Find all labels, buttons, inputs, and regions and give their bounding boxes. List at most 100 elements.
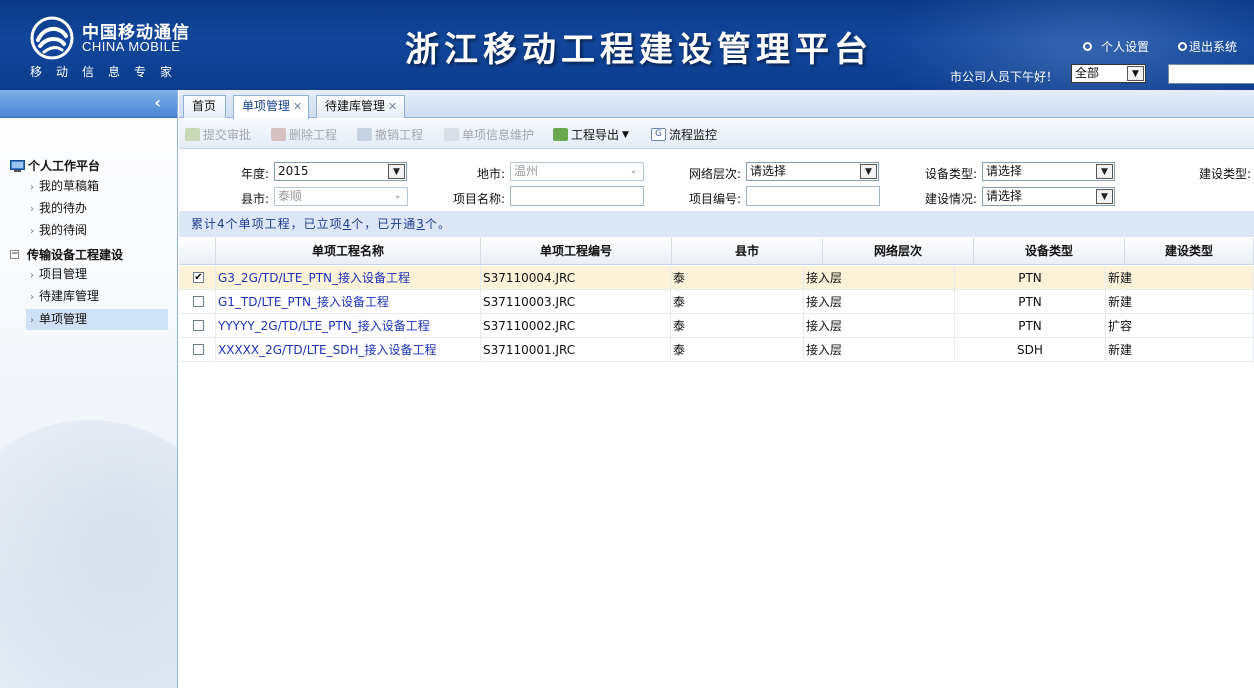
network-layer-value: 请选择 xyxy=(750,164,787,178)
table-row[interactable]: YYYYY_2G/TD/LTE_PTN_接入设备工程 S37110002.JRC 泰… xyxy=(179,314,1254,338)
sidebar-item-toread[interactable]: › 我的待阅 xyxy=(26,220,168,241)
column-header-build[interactable]: 建设类型 xyxy=(1125,238,1254,265)
network-layer-select[interactable]: 请选择 ▼ xyxy=(746,162,879,181)
close-icon[interactable]: ✕ xyxy=(388,100,397,113)
collapse-minus-icon[interactable]: − xyxy=(10,250,19,259)
delete-icon xyxy=(271,128,286,141)
export-icon xyxy=(553,128,568,141)
project-name-label: 项目名称: xyxy=(453,192,506,206)
scope-select[interactable]: 全部 ▼ xyxy=(1071,64,1146,83)
cell-name[interactable]: YYYYY_2G/TD/LTE_PTN_接入设备工程 xyxy=(216,314,481,338)
table-row[interactable]: XXXXX_2G/TD/LTE_SDH_接入设备工程 S37110001.JRC 泰… xyxy=(179,338,1254,362)
submit-icon xyxy=(185,128,200,141)
personal-settings-label: 个人设置 xyxy=(1101,40,1150,54)
county-select[interactable]: 泰顺 ⌄ xyxy=(274,187,408,206)
summary-prefix: 累计4个单项工程，已立项 xyxy=(191,217,343,231)
sidebar-item-single-management[interactable]: › 单项管理 xyxy=(26,309,168,330)
delete-project-button[interactable]: 删除工程 xyxy=(271,126,337,143)
device-type-value: 请选择 xyxy=(986,164,1023,178)
tab-label: 首页 xyxy=(192,99,217,113)
chevron-right-icon: › xyxy=(30,204,34,215)
tab-home[interactable]: 首页 xyxy=(183,95,226,118)
approved-count-link[interactable]: 4 xyxy=(343,217,352,231)
tab-bar: 首页 单项管理 ✕ 待建库管理 ✕ xyxy=(179,90,1254,119)
cell-name[interactable]: XXXXX_2G/TD/LTE_SDH_接入设备工程 xyxy=(216,338,481,362)
tab-single-management[interactable]: 单项管理 ✕ xyxy=(233,95,309,119)
tab-pending-library[interactable]: 待建库管理 ✕ xyxy=(316,95,405,118)
row-checkbox-cell xyxy=(179,314,216,338)
revoke-project-button[interactable]: 撤销工程 xyxy=(357,126,423,143)
chevron-right-icon: › xyxy=(30,270,34,281)
network-layer-label: 网络层次: xyxy=(689,167,742,181)
sidebar-item-label: 我的待阅 xyxy=(39,223,88,237)
sidebar-item-label: 我的草稿箱 xyxy=(39,179,100,193)
device-type-select[interactable]: 请选择 ▼ xyxy=(982,162,1115,181)
summary-bar: 累计4个单项工程，已立项4个，已开通3个。 xyxy=(179,211,1254,237)
cell-code: S37110002.JRC xyxy=(481,314,671,338)
nav-group-personal[interactable]: 个人工作平台 xyxy=(10,157,100,174)
logout-link[interactable]: 退出系统 xyxy=(1178,38,1237,55)
column-header-county[interactable]: 县市 xyxy=(672,238,823,265)
chevron-right-icon: › xyxy=(30,226,34,237)
cell-name[interactable]: G3_2G/TD/LTE_PTN_接入设备工程 xyxy=(216,266,481,290)
user-greeting: 市公司人员下午好！ xyxy=(950,70,1059,84)
app-title: 浙江移动工程建设管理平台 xyxy=(405,30,873,70)
year-select[interactable]: 2015 ▼ xyxy=(274,162,407,181)
flow-monitor-button[interactable]: G 流程监控 xyxy=(651,126,717,143)
sidebar-item-todo[interactable]: › 我的待办 xyxy=(26,198,168,219)
row-checkbox-cell xyxy=(179,290,216,314)
chevron-down-icon: ▼ xyxy=(1127,66,1144,81)
nav-group-label: 个人工作平台 xyxy=(28,159,101,173)
build-status-value: 请选择 xyxy=(986,189,1023,203)
chevron-right-icon: › xyxy=(30,182,34,193)
column-header-code[interactable]: 单项工程编号 xyxy=(481,238,672,265)
maintain-info-button[interactable]: 单项信息维护 xyxy=(444,126,534,143)
app-header: 中国移动通信 CHINA MOBILE 移动信息专家 浙江移动工程建设管理平台 … xyxy=(0,0,1254,90)
close-icon[interactable]: ✕ xyxy=(293,100,302,113)
row-checkbox[interactable] xyxy=(193,320,204,331)
project-code-input[interactable] xyxy=(746,186,880,206)
cell-code: S37110003.JRC xyxy=(481,290,671,314)
column-header-name[interactable]: 单项工程名称 xyxy=(216,238,481,265)
nav-group-transmission[interactable]: − 传输设备工程建设 xyxy=(10,246,123,263)
cell-name[interactable]: G1_TD/LTE_PTN_接入设备工程 xyxy=(216,290,481,314)
column-header-device[interactable]: 设备类型 xyxy=(974,238,1125,265)
cell-layer: 接入层 xyxy=(804,338,955,362)
collapse-sidebar-icon[interactable]: ‹ xyxy=(154,95,161,111)
china-mobile-logo-icon xyxy=(30,16,74,60)
row-checkbox[interactable]: ✔ xyxy=(193,272,204,283)
button-label: 流程监控 xyxy=(669,128,718,142)
sidebar-header: ‹ xyxy=(0,90,177,118)
cell-device: PTN xyxy=(955,314,1106,338)
row-checkbox[interactable] xyxy=(193,296,204,307)
opened-count-link[interactable]: 3 xyxy=(416,217,425,231)
year-label: 年度: xyxy=(241,167,270,181)
sidebar-item-label: 项目管理 xyxy=(39,267,88,281)
cell-layer: 接入层 xyxy=(804,290,955,314)
edit-icon xyxy=(444,128,459,141)
city-select[interactable]: 温州 ⌄ xyxy=(510,162,644,181)
sidebar-item-pending-library[interactable]: › 待建库管理 xyxy=(26,286,168,307)
button-label: 单项信息维护 xyxy=(462,128,535,142)
row-checkbox[interactable] xyxy=(193,344,204,355)
cell-build: 新建 xyxy=(1106,290,1254,314)
sidebar-item-project-management[interactable]: › 项目管理 xyxy=(26,264,168,285)
submit-approval-button[interactable]: 提交审批 xyxy=(185,126,251,143)
build-status-select[interactable]: 请选择 ▼ xyxy=(982,187,1115,206)
chevron-down-icon: ▼ xyxy=(1096,189,1113,204)
personal-settings-link[interactable]: 个人设置 xyxy=(1083,38,1149,55)
table-row[interactable]: G1_TD/LTE_PTN_接入设备工程 S37110003.JRC 泰接入层 PTN… xyxy=(179,290,1254,314)
row-checkbox-cell xyxy=(179,338,216,362)
export-project-button[interactable]: 工程导出 ▼ xyxy=(553,126,629,143)
sidebar-item-drafts[interactable]: › 我的草稿箱 xyxy=(26,176,168,197)
sidebar: ‹ 个人工作平台 › 我的草稿箱 › 我的待办 › 我的待阅 − 传输设备工程建设 ›… xyxy=(0,90,178,688)
project-name-input[interactable] xyxy=(510,186,644,206)
chevron-down-icon: ▼ xyxy=(622,129,629,140)
global-search-input[interactable] xyxy=(1168,64,1254,84)
column-header-layer[interactable]: 网络层次 xyxy=(823,238,974,265)
year-value: 2015 xyxy=(278,164,309,178)
table-row[interactable]: ✔ G3_2G/TD/LTE_PTN_接入设备工程 S37110004.JRC 泰接入… xyxy=(179,266,1254,290)
toolbar: 提交审批 删除工程 撤销工程 单项信息维护 工程导出 ▼ G 流程监控 xyxy=(179,119,1254,149)
button-label: 删除工程 xyxy=(289,128,338,142)
cell-county: 泰 xyxy=(671,266,804,290)
